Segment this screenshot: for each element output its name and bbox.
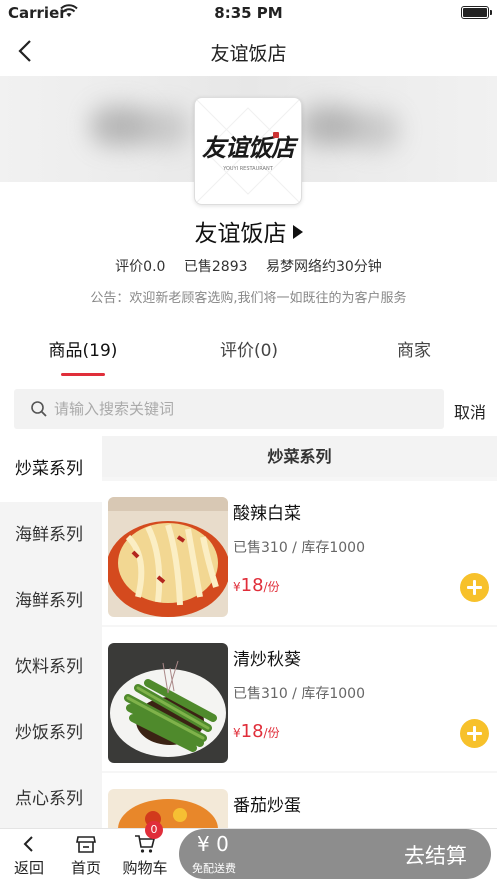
add-to-cart-plus-icon[interactable] bbox=[460, 573, 489, 602]
category-item[interactable]: 饮料系列 bbox=[0, 634, 102, 700]
price-currency: ¥ bbox=[233, 726, 241, 740]
logo-subtext: YOUYI RESTAURANT bbox=[223, 166, 273, 172]
active-tab-indicator bbox=[61, 373, 105, 376]
product-stats: 已售310 / 库存1000 bbox=[233, 540, 365, 556]
play-arrow-icon bbox=[292, 225, 303, 239]
product-stock: 库存1000 bbox=[301, 686, 365, 702]
search-icon bbox=[30, 400, 48, 422]
price-amount: 18 bbox=[240, 575, 264, 596]
cart-total: ¥ 0 bbox=[197, 832, 229, 856]
back-button[interactable]: 返回 bbox=[4, 833, 54, 878]
home-button[interactable]: 首页 bbox=[61, 833, 111, 878]
tab-merchant[interactable]: 商家 bbox=[331, 336, 497, 361]
product-card[interactable]: 酸辣白菜 已售310 / 库存1000 ¥18/份 bbox=[102, 481, 497, 625]
product-sold: 已售310 bbox=[233, 686, 288, 702]
cart-label: 购物车 bbox=[122, 859, 168, 877]
category-item[interactable]: 炒菜系列 bbox=[0, 436, 102, 502]
logo-lettering: 友谊饭店 bbox=[202, 133, 295, 162]
cart-button[interactable]: 购物车 bbox=[117, 833, 173, 878]
status-bar: Carrier 8:35 PM bbox=[0, 0, 497, 26]
battery-icon bbox=[461, 6, 492, 19]
shop-name-text: 友谊饭店 bbox=[194, 221, 287, 247]
product-price: ¥18/份 bbox=[233, 575, 280, 596]
tab-reviews[interactable]: 评价(0) bbox=[166, 336, 332, 361]
product-price: ¥18/份 bbox=[233, 721, 280, 742]
shopping-cart-icon bbox=[117, 833, 173, 855]
clock: 8:35 PM bbox=[214, 4, 283, 22]
shop-logo: 友谊饭店 YOUYI RESTAURANT bbox=[194, 97, 302, 205]
product-name: 酸辣白菜 bbox=[233, 504, 301, 524]
back-label: 返回 bbox=[13, 859, 44, 877]
page-title: 友谊饭店 bbox=[210, 43, 287, 65]
cancel-button[interactable]: 取消 bbox=[454, 399, 486, 423]
tab-products[interactable]: 商品(19) bbox=[0, 336, 166, 361]
product-sold: 已售310 bbox=[233, 540, 288, 556]
delivery-time-text: 易梦网络约30分钟 bbox=[265, 259, 382, 275]
price-currency: ¥ bbox=[233, 580, 241, 594]
cart-count-badge: 0 bbox=[145, 821, 163, 839]
product-image bbox=[108, 789, 228, 828]
category-item[interactable]: 海鲜系列 bbox=[0, 568, 102, 634]
cart-summary: ¥ 0 免配送费 去结算 bbox=[179, 829, 491, 879]
price-unit: /份 bbox=[263, 580, 280, 594]
shop-name[interactable]: 友谊饭店 bbox=[0, 214, 497, 248]
category-item[interactable]: 海鲜系列 bbox=[0, 502, 102, 568]
shop-stats: 评价0.0 已售2893 易梦网络约30分钟 bbox=[0, 256, 497, 276]
delivery-fee-note: 免配送费 bbox=[192, 862, 236, 875]
product-image bbox=[108, 643, 228, 763]
price-amount: 18 bbox=[240, 721, 264, 742]
chevron-left-icon bbox=[4, 833, 54, 855]
checkout-button[interactable]: 去结算 bbox=[404, 840, 467, 870]
product-name: 番茄炒蛋 bbox=[233, 796, 301, 816]
shop-tabs: 商品(19) 评价(0) 商家 bbox=[0, 322, 497, 378]
store-icon bbox=[61, 833, 111, 855]
add-to-cart-plus-icon[interactable] bbox=[460, 719, 489, 748]
bottom-bar: 返回 首页 购物车 0 ¥ 0 免配送费 去结算 bbox=[0, 821, 497, 883]
product-name: 清炒秋葵 bbox=[233, 650, 301, 670]
product-stats: 已售310 / 库存1000 bbox=[233, 686, 365, 702]
rating-text: 评价0.0 bbox=[115, 259, 166, 275]
product-card[interactable]: 番茄炒蛋 bbox=[102, 773, 497, 828]
search-box bbox=[14, 389, 444, 429]
search-input[interactable] bbox=[54, 389, 434, 429]
shop-notice: 公告：欢迎新老顾客选购,我们将一如既往的为客户服务 bbox=[90, 291, 407, 306]
product-list: 炒菜系列 酸辣白菜 已售310 / 库存1000 ¥18/份 清炒秋葵 已售31… bbox=[102, 436, 497, 828]
category-item[interactable]: 炒饭系列 bbox=[0, 700, 102, 766]
category-sidebar: 炒菜系列 海鲜系列 海鲜系列 饮料系列 炒饭系列 点心系列 bbox=[0, 436, 102, 828]
product-stock: 库存1000 bbox=[301, 540, 365, 556]
search-row: 取消 bbox=[0, 389, 497, 431]
price-unit: /份 bbox=[263, 726, 280, 740]
home-label: 首页 bbox=[70, 859, 101, 877]
product-image bbox=[108, 497, 228, 617]
product-card[interactable]: 清炒秋葵 已售310 / 库存1000 ¥18/份 bbox=[102, 627, 497, 771]
sold-count-text: 已售2893 bbox=[183, 259, 248, 275]
category-header: 炒菜系列 bbox=[102, 436, 497, 477]
nav-bar: 友谊饭店 bbox=[0, 26, 497, 76]
logo-seal bbox=[273, 132, 279, 138]
category-item[interactable]: 点心系列 bbox=[0, 766, 102, 828]
